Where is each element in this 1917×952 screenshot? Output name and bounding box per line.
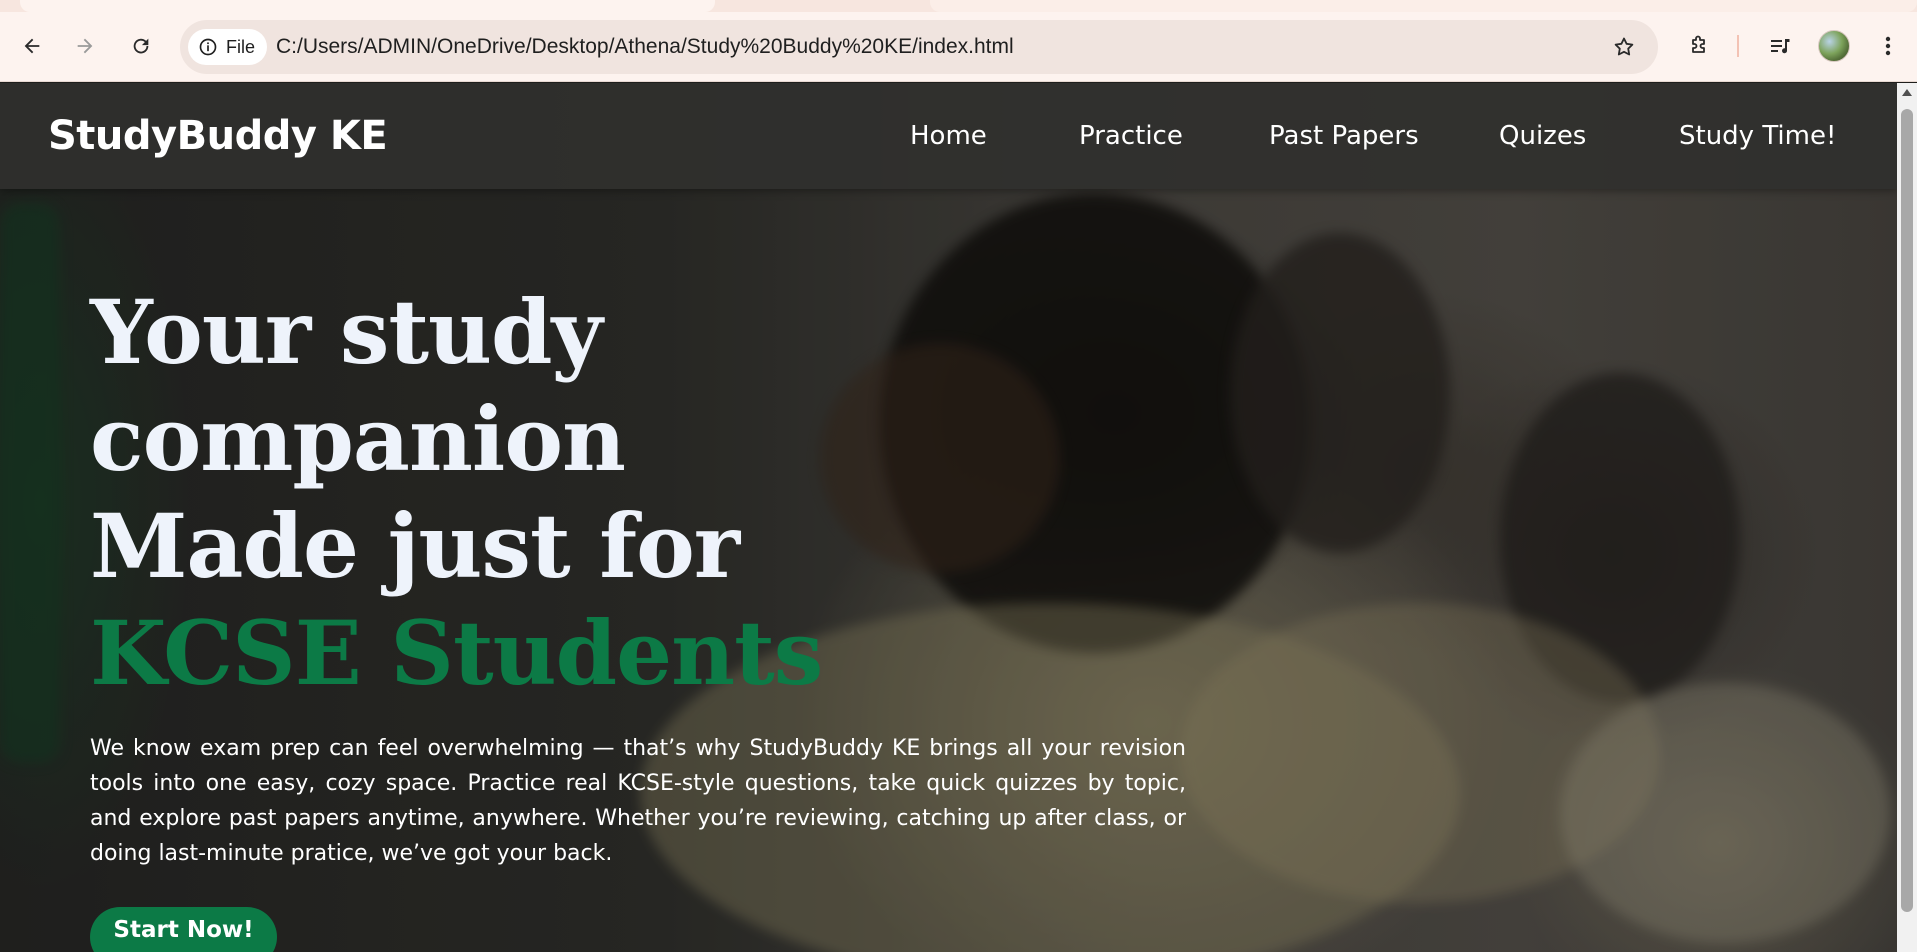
nav-past-papers[interactable]: Past Papers [1269,83,1419,189]
url-text[interactable]: C:/Users/ADMIN/OneDrive/Desktop/Athena/S… [276,20,1014,74]
extensions-puzzle-icon [1692,35,1705,53]
scroll-up-arrow-icon[interactable] [1902,89,1912,96]
active-tab-edge[interactable] [20,0,715,12]
profile-avatar[interactable] [1818,30,1850,62]
browser-toolbar: File C:/Users/ADMIN/OneDrive/Desktop/Ath… [0,12,1917,82]
bookmark-button[interactable] [1606,29,1642,65]
nav-practice[interactable]: Practice [1079,83,1183,189]
hero-description: We know exam prep can feel overwhelming … [90,736,1186,866]
site-navbar: StudyBuddy KE Home Practice Past Papers … [0,83,1897,189]
bookmark-star-icon [1614,37,1634,56]
start-now-button[interactable]: Start Now! [90,907,277,952]
address-chip-label: File [226,36,256,57]
scroll-thumb[interactable] [1901,109,1913,912]
hero-title-accent: KCSE Students [90,601,823,705]
hero-title: Your study companion Made just for KCSE … [90,279,990,707]
address-bar[interactable]: File C:/Users/ADMIN/OneDrive/Desktop/Ath… [180,20,1658,74]
reload-button[interactable] [123,28,159,64]
back-arrow-icon [24,38,40,54]
menu-kebab-icon [1885,36,1891,56]
hero-title-line: Your study [90,280,603,384]
page-viewport: StudyBuddy KE Home Practice Past Papers … [0,83,1897,952]
media-control-button[interactable] [1762,28,1798,64]
page-scrollbar[interactable] [1897,83,1917,952]
toolbar-divider [1737,35,1739,57]
nav-home[interactable]: Home [910,83,987,189]
reload-icon [133,38,149,54]
hero-title-line: companion [90,387,626,491]
nav-quizes[interactable]: Quizes [1499,83,1586,189]
hero-title-line: Made just for [90,494,740,598]
tab-strip [0,0,1917,12]
site-info-chip[interactable]: File [188,29,268,65]
extensions-button[interactable] [1681,28,1717,64]
media-queue-icon [1771,39,1790,54]
site-logo[interactable]: StudyBuddy KE [48,83,388,189]
nav-study-time[interactable]: Study Time! [1679,83,1836,189]
browser-menu-button[interactable] [1870,28,1906,64]
forward-button[interactable] [67,28,103,64]
back-button[interactable] [14,28,50,64]
info-icon [199,38,217,56]
forward-arrow-icon [77,38,93,54]
inactive-tab-edge[interactable] [930,0,1917,12]
